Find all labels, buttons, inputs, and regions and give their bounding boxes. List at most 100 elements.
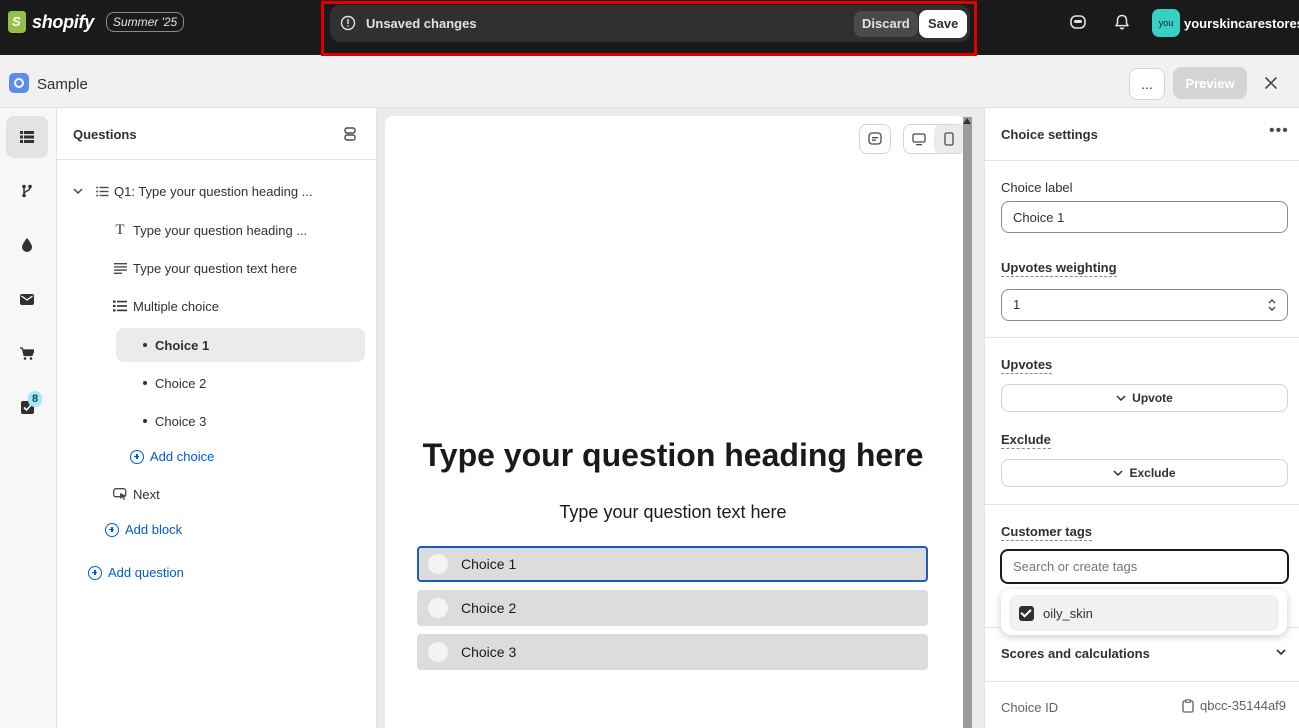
add-question-label: Add question (108, 565, 184, 580)
block-heading[interactable]: T Type your question heading ... (112, 222, 307, 238)
upvotes-label[interactable]: Upvotes (1001, 357, 1053, 374)
tree-choice-label: Choice 2 (155, 375, 207, 391)
brand-name: shopify (32, 11, 94, 32)
collapse-all-icon[interactable] (342, 126, 358, 142)
add-question-link[interactable]: Add question (88, 565, 184, 580)
chevron-down-icon (1116, 395, 1126, 401)
rail-item-products[interactable] (6, 332, 48, 374)
divider (985, 160, 1299, 161)
choice-label-input[interactable] (1001, 201, 1288, 233)
select-chevrons-icon (1268, 299, 1276, 311)
text-heading-icon: T (115, 221, 125, 238)
rail-item-email[interactable] (6, 278, 48, 320)
desktop-icon[interactable] (904, 125, 934, 153)
radio-button[interactable] (428, 598, 448, 618)
block-text-label: Type your question text here (133, 260, 298, 276)
choice-id-label: Choice ID (1001, 700, 1059, 715)
store-name[interactable]: yourskincarestores (1184, 16, 1299, 31)
rail-item-tasks[interactable] (6, 386, 48, 428)
more-options-icon[interactable]: ••• (1269, 122, 1289, 140)
rail-item-questions[interactable] (6, 116, 48, 158)
preview-button[interactable]: Preview (1173, 67, 1247, 99)
upvotes-weighting-select[interactable]: 1 (1001, 289, 1288, 321)
list-icon (112, 298, 128, 314)
tree-choice-label: Choice 3 (155, 413, 207, 429)
left-rail: 8 (0, 108, 57, 728)
sidekick-icon[interactable] (1069, 13, 1087, 31)
block-heading-label: Type your question heading ... (133, 222, 308, 238)
choice-id-copy[interactable]: qbcc-35144af9 (1182, 698, 1286, 713)
rail-item-logic[interactable] (6, 170, 48, 212)
rail-item-design[interactable] (6, 224, 48, 266)
radio-button[interactable] (428, 642, 448, 662)
upvote-button-label: Upvote (1132, 391, 1173, 405)
customer-tags-label[interactable]: Customer tags (1001, 524, 1093, 541)
exclude-label[interactable]: Exclude (1001, 432, 1051, 449)
questions-header: Questions (57, 108, 377, 160)
app-title: Sample (37, 76, 88, 93)
tree-choice-3[interactable]: Choice 3 (116, 404, 365, 438)
preview-toolbar-left (859, 124, 891, 154)
shopify-bag-icon (8, 11, 26, 33)
add-block-link[interactable]: Add block (105, 522, 182, 537)
upvotes-weighting-value: 1 (1013, 297, 1021, 312)
block-next[interactable]: Next (112, 486, 160, 502)
preview-choice-2[interactable]: Choice 2 (417, 590, 928, 626)
tree-choice-1[interactable]: Choice 1 (116, 328, 365, 362)
avatar[interactable]: you (1152, 9, 1180, 37)
mobile-icon[interactable] (934, 125, 964, 153)
chevron-down-icon[interactable] (1275, 646, 1287, 658)
edition-badge: Summer '25 (105, 12, 185, 32)
questions-panel: Questions Q1: Type your question heading… (57, 108, 377, 728)
plus-circle-icon (88, 565, 102, 580)
exclude-button-label: Exclude (1129, 466, 1176, 480)
bullet (143, 419, 147, 423)
tree-choice-2[interactable]: Choice 2 (116, 366, 365, 400)
more-actions-button[interactable]: ... (1129, 68, 1165, 100)
block-multiple-choice[interactable]: Multiple choice (112, 298, 219, 314)
bullet (143, 381, 147, 385)
add-choice-link[interactable]: Add choice (130, 449, 214, 464)
preview-choice-1[interactable]: Choice 1 (417, 546, 928, 582)
scroll-up-icon[interactable] (963, 118, 971, 124)
choice-label-label: Choice label (1001, 180, 1073, 195)
tag-option-oily-skin[interactable]: oily_skin (1009, 595, 1279, 631)
divider (985, 681, 1299, 682)
multiple-choice-label: Multiple choice (133, 298, 219, 314)
app-header: Sample ... Preview (0, 62, 1299, 108)
mail-icon (20, 293, 34, 305)
bell-icon[interactable] (1113, 13, 1131, 31)
chevron-down-icon (1113, 470, 1124, 476)
preview-question-text: Type your question text here (559, 502, 787, 522)
tree-choice-label: Choice 1 (155, 337, 210, 353)
plus-circle-icon (105, 522, 119, 537)
app-logo-icon (9, 73, 29, 93)
scores-section-title[interactable]: Scores and calculations (1001, 646, 1150, 661)
preview-scrollbar[interactable] (963, 117, 972, 728)
questions-title: Questions (73, 127, 137, 142)
divider (985, 504, 1299, 505)
preview-choice-3[interactable]: Choice 3 (417, 634, 928, 670)
upvote-button[interactable]: Upvote (1001, 384, 1288, 412)
checkbox-checked-icon[interactable] (1019, 605, 1034, 621)
shopify-logo[interactable]: shopify Summer '25 (8, 11, 185, 33)
upvotes-weighting-label[interactable]: Upvotes weighting (1001, 260, 1117, 277)
exclude-button[interactable]: Exclude (1001, 459, 1288, 487)
tags-search-input[interactable] (1000, 549, 1289, 584)
ai-preview-icon[interactable] (860, 125, 890, 153)
cursor-button-icon (112, 486, 128, 502)
preview-choice-label: Choice 3 (461, 644, 517, 660)
tags-dropdown: oily_skin (1001, 589, 1287, 635)
radio-button[interactable] (428, 554, 448, 574)
preview-choice-label: Choice 2 (461, 600, 517, 616)
preview-choice-label: Choice 1 (461, 556, 517, 572)
drop-icon (22, 238, 32, 252)
close-icon[interactable] (1260, 72, 1282, 94)
chevron-down-icon[interactable] (70, 183, 86, 199)
tasks-count-badge: 8 (28, 391, 42, 407)
add-choice-label: Add choice (150, 449, 215, 464)
tag-option-label: oily_skin (1043, 605, 1093, 621)
choice-settings-panel: Choice settings ••• Choice label Upvotes… (984, 108, 1299, 728)
question-row-q1[interactable]: Q1: Type your question heading ... (70, 183, 313, 199)
block-text[interactable]: Type your question text here (112, 260, 297, 276)
